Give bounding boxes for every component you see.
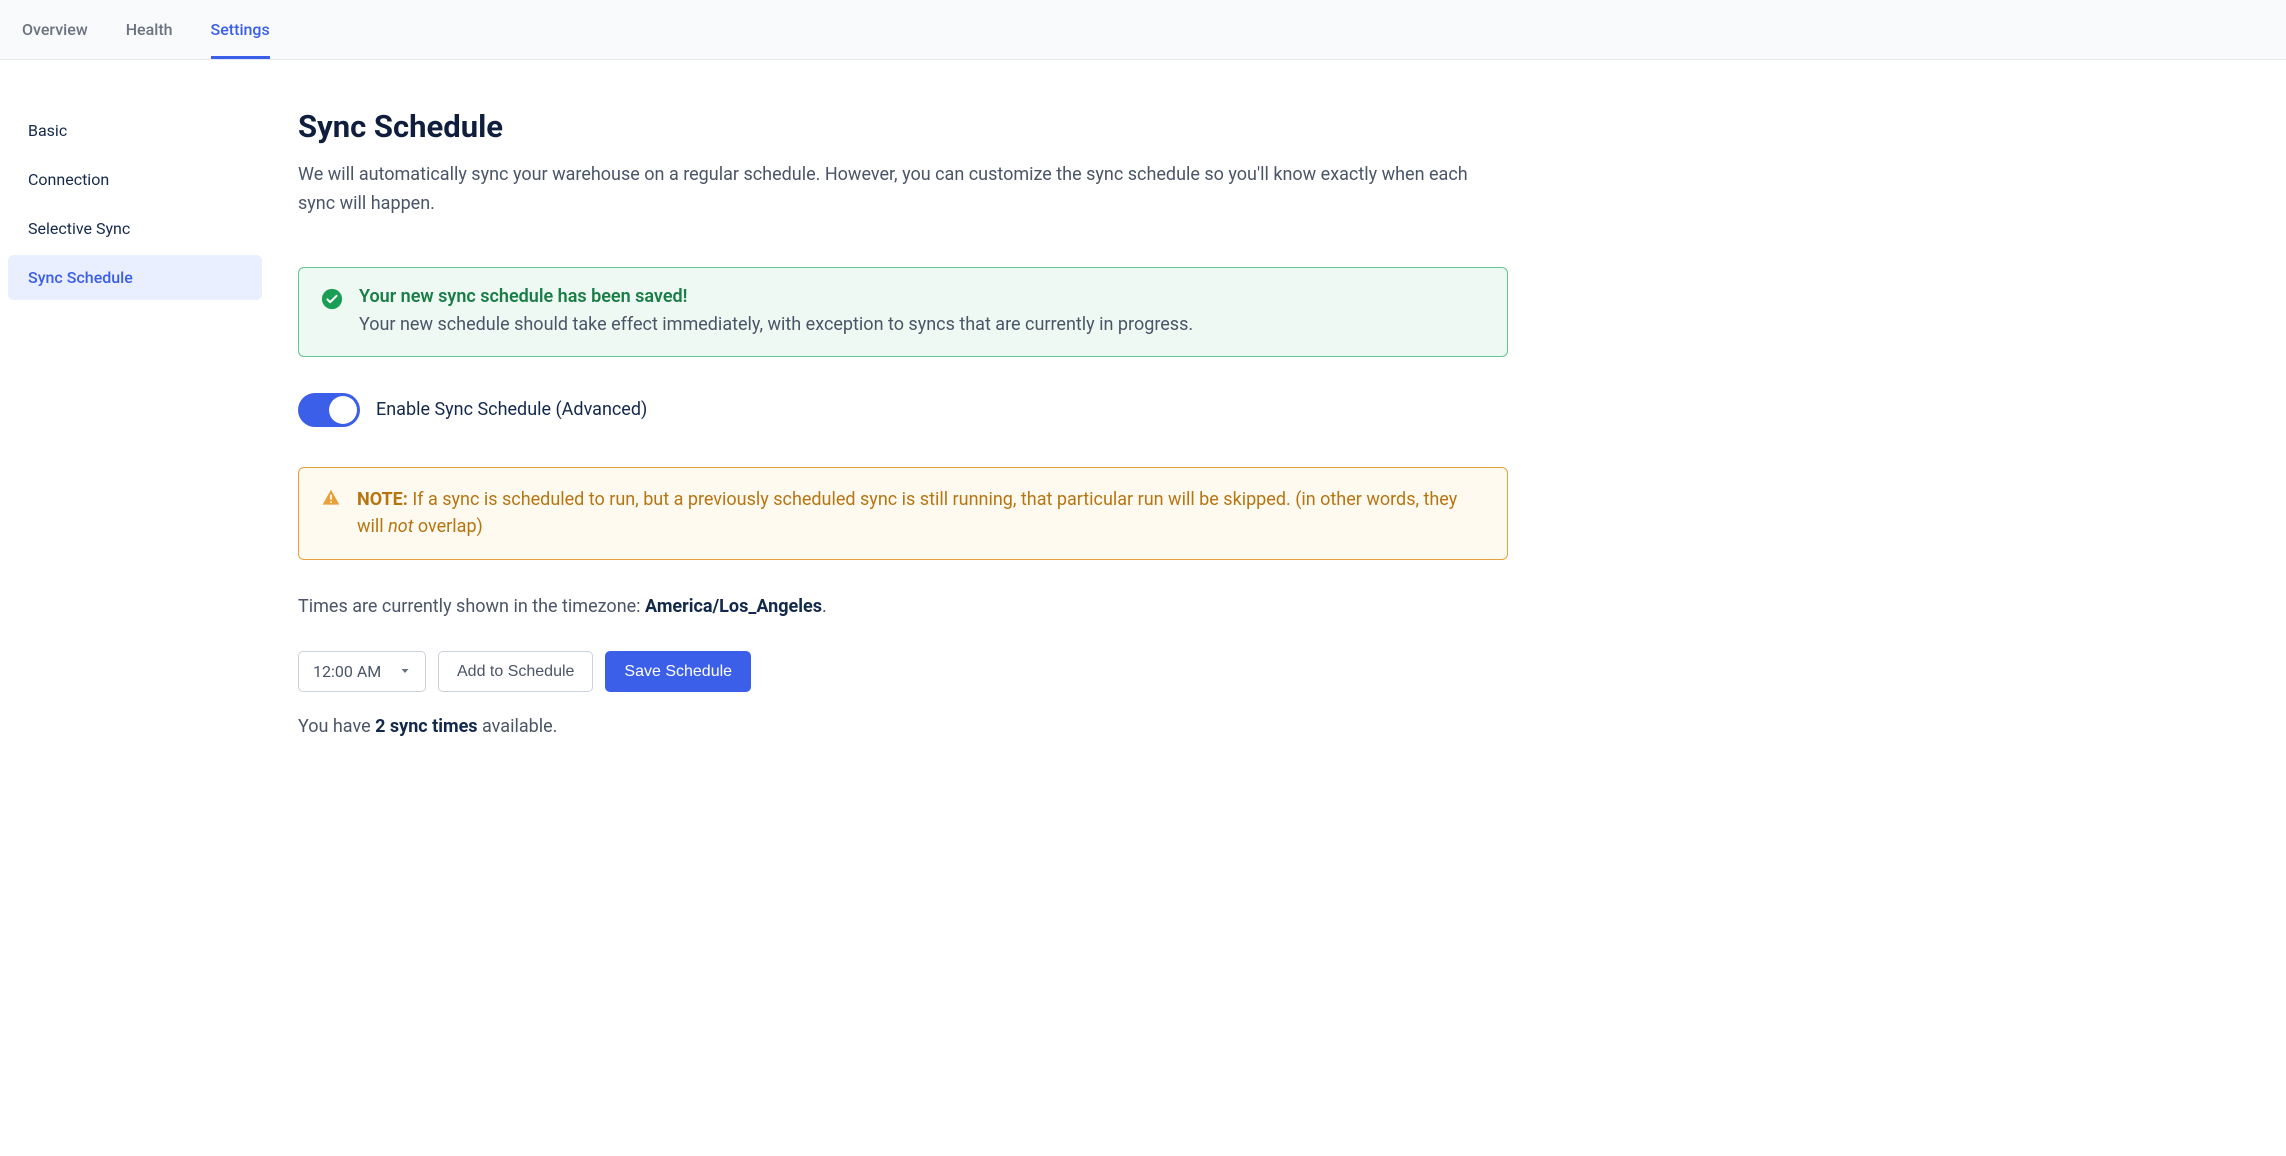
warning-text-1: If a sync is scheduled to run, but a pre… [357, 489, 1457, 538]
main-content: Sync Schedule We will automatically sync… [278, 108, 1538, 767]
note-label: NOTE: [357, 489, 408, 510]
tab-settings[interactable]: Settings [211, 0, 270, 59]
warning-triangle-icon [321, 488, 341, 512]
save-schedule-button[interactable]: Save Schedule [605, 651, 751, 692]
top-nav: Overview Health Settings [0, 0, 2286, 60]
success-alert-body: Your new sync schedule has been saved! Y… [359, 286, 1485, 338]
settings-sidebar: Basic Connection Selective Sync Sync Sch… [8, 108, 278, 767]
available-suffix: available. [478, 716, 558, 737]
check-circle-icon [321, 288, 343, 314]
time-select-value: 12:00 AM [313, 662, 381, 681]
caret-down-icon [399, 662, 411, 681]
success-alert: Your new sync schedule has been saved! Y… [298, 267, 1508, 357]
warning-alert-body: NOTE: If a sync is scheduled to run, but… [357, 486, 1485, 542]
sidebar-item-basic[interactable]: Basic [8, 108, 262, 153]
available-count: 2 sync times [375, 716, 477, 737]
tab-overview[interactable]: Overview [22, 0, 88, 59]
sidebar-item-selective-sync[interactable]: Selective Sync [8, 206, 262, 251]
available-prefix: You have [298, 716, 375, 737]
sidebar-item-sync-schedule[interactable]: Sync Schedule [8, 255, 262, 300]
available-sync-times: You have 2 sync times available. [298, 716, 1508, 737]
success-alert-text: Your new schedule should take effect imm… [359, 311, 1485, 338]
time-select[interactable]: 12:00 AM [298, 651, 426, 692]
warning-alert-text: NOTE: If a sync is scheduled to run, but… [357, 486, 1485, 542]
page-title: Sync Schedule [298, 108, 1508, 145]
page-description: We will automatically sync your warehous… [298, 161, 1508, 219]
warning-alert: NOTE: If a sync is scheduled to run, but… [298, 467, 1508, 561]
sidebar-item-connection[interactable]: Connection [8, 157, 262, 202]
success-alert-title: Your new sync schedule has been saved! [359, 286, 1485, 307]
enable-toggle-row: Enable Sync Schedule (Advanced) [298, 393, 1508, 427]
timezone-prefix: Times are currently shown in the timezon… [298, 596, 645, 617]
add-to-schedule-button[interactable]: Add to Schedule [438, 651, 593, 692]
enable-sync-toggle[interactable] [298, 393, 360, 427]
warning-text-2: overlap) [413, 516, 482, 537]
toggle-knob [329, 396, 357, 424]
timezone-value: America/Los_Angeles [645, 596, 822, 617]
toggle-label: Enable Sync Schedule (Advanced) [376, 399, 647, 420]
tab-health[interactable]: Health [126, 0, 173, 59]
warning-em: not [388, 516, 413, 537]
timezone-suffix: . [822, 596, 827, 617]
timezone-line: Times are currently shown in the timezon… [298, 596, 1508, 617]
schedule-controls: 12:00 AM Add to Schedule Save Schedule [298, 651, 1508, 692]
